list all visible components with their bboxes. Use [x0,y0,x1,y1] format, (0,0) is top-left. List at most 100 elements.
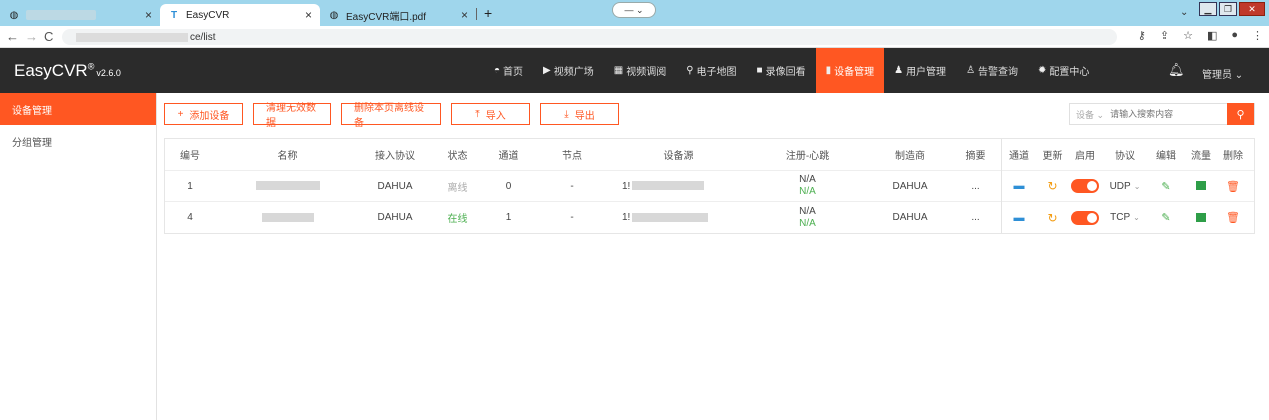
close-tab-icon[interactable]: × [305,8,312,22]
edit-icon[interactable]: ✎ [1148,211,1184,224]
nav-label: 配置中心 [1049,67,1090,78]
search-button[interactable]: ⚲ [1227,103,1254,125]
col-header: 协议 [1115,151,1135,162]
delete-offline-button[interactable]: 删除本页离线设备 [341,103,441,129]
enable-toggle[interactable] [1068,210,1102,225]
logo-mark: ® [87,61,95,72]
reload-icon[interactable]: C [44,29,53,44]
search-icon: ⚲ [1236,108,1245,121]
button-label: 添加设备 [189,110,230,122]
sidebar-item-group-management[interactable]: 分组管理 [0,125,156,157]
export-button[interactable]: ⤓ 导出 [540,103,619,125]
window-close-icon[interactable]: ✕ [1239,2,1265,16]
sidebar-item-device-management[interactable]: 设备管理 [0,93,156,125]
address-bar: ← → C ce/list ⚷ ⇪ ☆ ◧ ● ⋮ [0,26,1269,48]
app-logo[interactable]: EasyCVR®v2.6.0 [14,61,121,81]
plus-icon: + [177,108,184,120]
refresh-icon[interactable]: ↻ [1037,179,1068,193]
cell-register-heartbeat: N/A N/A [745,174,870,198]
register-value: N/A [799,205,816,217]
kebab-menu-icon[interactable]: ⋮ [1252,29,1263,42]
add-device-button[interactable]: + 添加设备 [164,103,243,125]
chevron-down-icon: ⌄ [1133,181,1141,191]
cell-summary[interactable]: ... [950,212,1001,223]
button-label: 导入 [485,110,506,122]
forward-icon[interactable]: → [25,29,38,44]
clean-invalid-button[interactable]: 清理无效数据 [253,103,331,129]
transport-select[interactable]: UDP ⌄ [1102,181,1148,192]
profile-icon[interactable]: ● [1231,29,1238,42]
nav-label: 告警查询 [978,67,1019,78]
cell-protocol: DAHUA [377,212,413,223]
tab-search-menu[interactable]: — ⌄ [612,2,656,18]
key-icon[interactable]: ⚷ [1138,29,1146,42]
sidepanel-icon[interactable]: ◧ [1207,29,1217,42]
restore-icon[interactable]: ❐ [1219,2,1237,16]
delete-icon[interactable]: 🗑︎ [1218,180,1248,193]
nav-config-center[interactable]: ✹ 配置中心 [1028,48,1099,93]
nav-home[interactable]: ◓ 首页 [484,48,533,93]
url-input[interactable]: ce/list [62,29,1117,45]
channel-folder-icon[interactable]: ▬ [1001,180,1037,192]
channel-folder-icon[interactable]: ▬ [1001,212,1037,224]
nav-label: 录像回看 [765,67,806,78]
top-nav: ◓ 首页 ▶ 视频广场 ▦ 视频调阅 ⚲ 电子地图 ■ 录像回看 ▮ 设备管理 ♟ 用户管理 … [484,48,1099,93]
cell-channel: 1 [505,212,512,223]
nav-user-management[interactable]: ♟ 用户管理 [884,48,956,93]
nav-label: 设备管理 [834,67,875,78]
search-scope-select[interactable]: 设备 ⌄ [1070,108,1106,121]
col-header: 编辑 [1156,151,1176,162]
nav-label: 视频广场 [553,67,594,78]
browser-tab-active[interactable]: T EasyCVR × [160,4,320,26]
tab-dropdown-icon[interactable]: ⌄ [1180,7,1188,18]
download-icon: ⤓ [564,108,569,120]
search-input[interactable] [1106,109,1228,119]
traffic-icon[interactable] [1184,181,1218,192]
admin-menu[interactable]: 管理员 ⌄ [1202,66,1243,81]
select-value: 设备 [1076,109,1095,120]
bell-icon[interactable]: 🔔︎ [1168,62,1185,78]
new-tab-button[interactable]: + [484,5,492,21]
refresh-icon[interactable]: ↻ [1037,211,1068,225]
map-pin-icon: ⚲ [686,65,694,76]
col-header: 接入协议 [375,151,415,162]
nav-map[interactable]: ⚲ 电子地图 [676,48,746,93]
import-button[interactable]: ⤒ 导入 [451,103,530,125]
cell-maker: DAHUA [892,180,928,192]
sidebar-item-label: 分组管理 [12,137,52,149]
nav-device-management[interactable]: ▮ 设备管理 [815,48,885,93]
device-table: 编号 名称 接入协议 状态 通道 节点 设备源 注册-心跳 制造商 摘要 通道 … [164,138,1255,234]
col-header: 通道 [498,151,519,162]
app-header: EasyCVR®v2.6.0 ◓ 首页 ▶ 视频广场 ▦ 视频调阅 ⚲ 电子地图 ■ 录像… [0,48,1269,93]
back-icon[interactable]: ← [6,29,19,44]
tab-separator [476,8,477,20]
nav-playback[interactable]: ■ 录像回看 [747,48,816,93]
grid-icon: ▦ [613,65,624,76]
close-tab-icon[interactable]: × [145,8,152,22]
upload-icon: ⤒ [475,108,480,120]
cell-summary[interactable]: ... [950,181,1001,192]
enable-toggle[interactable] [1068,179,1102,193]
share-icon[interactable]: ⇪ [1160,29,1169,42]
transport-select[interactable]: TCP ⌄ [1102,212,1148,223]
cell-maker: DAHUA [892,212,928,223]
fixed-column-divider [1001,139,1002,233]
globe-icon: ◍ [9,9,19,21]
nav-alarm-query[interactable]: ♙ 告警查询 [956,48,1028,93]
play-circle-icon: ▶ [543,65,551,76]
edit-icon[interactable]: ✎ [1148,180,1184,193]
delete-icon[interactable]: 🗑︎ [1218,211,1248,224]
nav-video-browse[interactable]: ▦ 视频调阅 [604,48,676,93]
globe-icon: ◍ [329,9,339,21]
close-tab-icon[interactable]: × [461,8,468,22]
minimize-icon[interactable]: ▁ [1199,2,1217,16]
tab-title: EasyCVR [186,9,230,21]
col-header: 制造商 [895,151,925,162]
browser-tab[interactable]: ◍ × [0,4,160,26]
nav-video-square[interactable]: ▶ 视频广场 [533,48,604,93]
dashboard-icon: ◓ [494,65,501,76]
bookmark-star-icon[interactable]: ☆ [1183,29,1193,42]
traffic-icon[interactable] [1184,212,1218,223]
browser-tab[interactable]: ◍ EasyCVR端口.pdf × [320,4,476,26]
sidebar: 设备管理 分组管理 [0,93,157,420]
